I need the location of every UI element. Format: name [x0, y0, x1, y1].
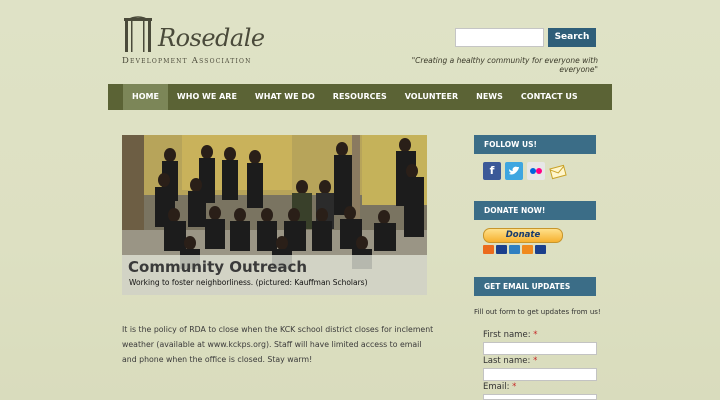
logo-name: Rosedale — [158, 24, 265, 52]
twitter-icon[interactable] — [505, 162, 523, 180]
email-icon[interactable] — [549, 162, 567, 180]
logo[interactable]: Rosedale Development Association — [122, 12, 265, 68]
search-button[interactable]: Search — [548, 28, 596, 47]
nav-item-what-we-do[interactable]: WHAT WE DO — [246, 84, 324, 110]
tagline: "Creating a healthy community for everyo… — [411, 56, 598, 74]
amex-icon — [509, 245, 520, 254]
card-logos — [483, 245, 563, 254]
nav-item-home[interactable]: HOME — [123, 84, 168, 110]
nav-item-resources[interactable]: RESOURCES — [324, 84, 396, 110]
required-mark: * — [512, 382, 517, 392]
flickr-icon[interactable] — [527, 162, 545, 180]
facebook-icon[interactable]: f — [483, 162, 501, 180]
bank-icon — [535, 245, 546, 254]
nav-item-volunteer[interactable]: VOLUNTEER — [396, 84, 467, 110]
paypal-donate: Donate — [483, 228, 563, 254]
logo-subtitle: Development Association — [122, 56, 252, 66]
last-name-field[interactable] — [483, 368, 597, 381]
last-name-label: Last name: * — [483, 356, 537, 366]
donate-button[interactable]: Donate — [483, 228, 563, 243]
social-links: f — [483, 162, 567, 180]
email-intro: Fill out form to get updates from us! — [474, 308, 601, 316]
required-mark: * — [533, 356, 538, 366]
closure-policy-text: It is the policy of RDA to close when th… — [122, 325, 434, 364]
hero-subtitle: Working to foster neighborliness. (pictu… — [129, 278, 368, 287]
nav-item-contact-us[interactable]: CONTACT US — [512, 84, 587, 110]
email-field[interactable] — [483, 394, 597, 400]
hero-title: Community Outreach — [128, 258, 308, 276]
main-nav: HOME WHO WE ARE WHAT WE DO RESOURCES VOL… — [108, 84, 612, 110]
discover-icon — [522, 245, 533, 254]
email-updates-header: GET EMAIL UPDATES — [474, 277, 596, 296]
first-name-label: First name: * — [483, 330, 538, 340]
nav-item-who-we-are[interactable]: WHO WE ARE — [168, 84, 246, 110]
first-name-field[interactable] — [483, 342, 597, 355]
last-name-label-text: Last name: — [483, 356, 531, 366]
hero-slide[interactable]: Community Outreach Working to foster nei… — [122, 135, 427, 295]
email-label: Email: * — [483, 382, 516, 392]
hero-caption: Community Outreach Working to foster nei… — [122, 255, 427, 295]
donate-now-header: DONATE NOW! — [474, 201, 596, 220]
first-name-label-text: First name: — [483, 330, 531, 340]
visa-icon — [496, 245, 507, 254]
required-mark: * — [533, 330, 538, 340]
nav-item-news[interactable]: NEWS — [467, 84, 512, 110]
email-label-text: Email: — [483, 382, 510, 392]
search-input[interactable] — [455, 28, 544, 47]
arch-logo-icon — [124, 16, 152, 52]
follow-us-header: FOLLOW US! — [474, 135, 596, 154]
mastercard-icon — [483, 245, 494, 254]
